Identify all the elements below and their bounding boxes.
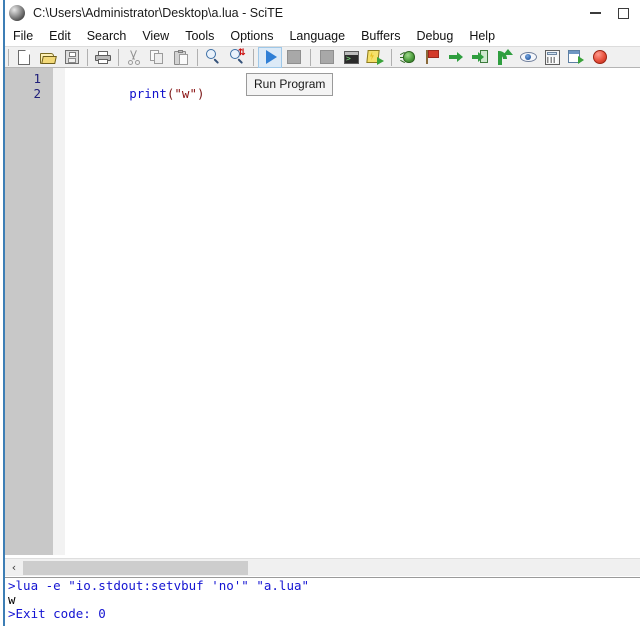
- printer-icon: [95, 50, 111, 64]
- window-controls: [572, 0, 640, 26]
- replace-arrows-icon: ⇅: [237, 47, 246, 57]
- step-over-button[interactable]: [444, 47, 468, 68]
- blue-play-triangle-icon: [266, 50, 277, 64]
- green-arrow-right-icon: [448, 49, 465, 65]
- menu-item-language[interactable]: Language: [281, 27, 353, 45]
- line-number-gutter: 1 2: [5, 68, 53, 555]
- calculator-icon: [544, 49, 560, 65]
- copy-pages-icon: [150, 49, 166, 65]
- code-line[interactable]: print("w"): [65, 71, 640, 101]
- minimize-icon: [589, 12, 601, 14]
- toolbar-separator: [87, 48, 88, 66]
- output-line-command: >lua -e "io.stdout:setvbuf 'no'" "a.lua": [8, 578, 310, 593]
- cut-button[interactable]: [122, 47, 146, 68]
- toolbar-separator: [8, 48, 9, 66]
- scite-window: C:\Users\Administrator\Desktop\a.lua - S…: [0, 0, 640, 626]
- fold-margin[interactable]: [53, 68, 65, 555]
- code-token-function: print: [129, 86, 167, 101]
- new-document-icon: [18, 49, 30, 65]
- window-go-icon: [568, 49, 584, 65]
- menu-item-debug[interactable]: Debug: [408, 27, 461, 45]
- red-flag-icon: [424, 49, 441, 65]
- maximize-button[interactable]: [618, 0, 640, 26]
- step-out-button[interactable]: [492, 47, 516, 68]
- menu-bar: File Edit Search View Tools Options Lang…: [5, 26, 640, 46]
- scite-globe-icon: [9, 5, 25, 21]
- output-line-exit-code: >Exit code: 0: [8, 606, 106, 621]
- clipboard-paste-icon: [174, 49, 190, 65]
- gray-stop-square-icon: [287, 50, 301, 64]
- magnifier-icon: [205, 49, 222, 65]
- window-title: C:\Users\Administrator\Desktop\a.lua - S…: [33, 6, 284, 20]
- window-left-accent-border: [3, 0, 5, 626]
- open-file-button[interactable]: [36, 47, 60, 68]
- lightning-page-go-icon: [365, 49, 384, 65]
- floppy-save-icon: [65, 50, 79, 64]
- calculator-button[interactable]: [540, 47, 564, 68]
- toolbar-separator: [118, 48, 119, 66]
- scrollbar-thumb[interactable]: [23, 561, 248, 575]
- replace-button[interactable]: ⇅: [225, 47, 249, 68]
- copy-button[interactable]: [146, 47, 170, 68]
- find-button[interactable]: [201, 47, 225, 68]
- red-circle-stop-icon: [593, 50, 607, 64]
- output-line-text: w: [8, 592, 16, 607]
- title-bar: C:\Users\Administrator\Desktop\a.lua - S…: [0, 0, 640, 26]
- maximize-icon: [618, 7, 629, 19]
- toolbar-separator: [310, 48, 311, 66]
- gray-stop-square-icon: [320, 50, 334, 64]
- output-window-button[interactable]: [564, 47, 588, 68]
- save-file-button[interactable]: [60, 47, 84, 68]
- code-token-string: "w": [174, 86, 197, 101]
- code-text-area[interactable]: print("w"): [65, 68, 640, 555]
- menu-item-buffers[interactable]: Buffers: [353, 27, 408, 45]
- menu-item-help[interactable]: Help: [461, 27, 503, 45]
- step-into-button[interactable]: [468, 47, 492, 68]
- watch-button[interactable]: [516, 47, 540, 68]
- build-go-button[interactable]: [363, 47, 387, 68]
- console-window-icon: [343, 50, 359, 64]
- stop-debug-button[interactable]: [588, 47, 612, 68]
- run-button[interactable]: [258, 46, 282, 68]
- minimize-button[interactable]: [572, 0, 618, 26]
- eye-icon: [519, 49, 537, 65]
- line-number: 2: [33, 86, 41, 101]
- editor-horizontal-scrollbar[interactable]: ‹: [5, 558, 640, 576]
- new-file-button[interactable]: [12, 47, 36, 68]
- console-button[interactable]: [339, 47, 363, 68]
- stop-button[interactable]: [282, 47, 306, 68]
- scroll-left-arrow-icon[interactable]: ‹: [6, 559, 22, 576]
- menu-item-view[interactable]: View: [134, 27, 177, 45]
- debug-start-button[interactable]: [396, 47, 420, 68]
- code-editor[interactable]: 1 2 print("w"): [5, 68, 640, 555]
- code-token-close-paren: ): [196, 86, 205, 101]
- output-pane[interactable]: >lua -e "io.stdout:setvbuf 'no'" "a.lua"…: [5, 577, 640, 626]
- line-number: 1: [33, 71, 41, 86]
- green-bug-icon: [399, 49, 417, 65]
- print-button[interactable]: [91, 47, 115, 68]
- menu-item-options[interactable]: Options: [222, 27, 281, 45]
- paste-button[interactable]: [170, 47, 194, 68]
- step-out-icon: [496, 49, 513, 65]
- menu-item-edit[interactable]: Edit: [41, 27, 79, 45]
- magnifier-replace-icon: ⇅: [229, 47, 246, 65]
- toolbar: ⇅: [5, 46, 640, 68]
- toggle-breakpoint-button[interactable]: [420, 47, 444, 68]
- menu-item-file[interactable]: File: [5, 27, 41, 45]
- run-program-tooltip: Run Program: [246, 73, 334, 96]
- menu-item-search[interactable]: Search: [79, 27, 135, 45]
- toolbar-separator: [391, 48, 392, 66]
- menu-item-tools[interactable]: Tools: [177, 27, 222, 45]
- step-into-icon: [471, 49, 489, 65]
- stop-button-2[interactable]: [315, 47, 339, 68]
- scissors-icon: [126, 49, 142, 65]
- toolbar-separator: [253, 48, 254, 66]
- toolbar-separator: [197, 48, 198, 66]
- open-folder-icon: [40, 51, 57, 64]
